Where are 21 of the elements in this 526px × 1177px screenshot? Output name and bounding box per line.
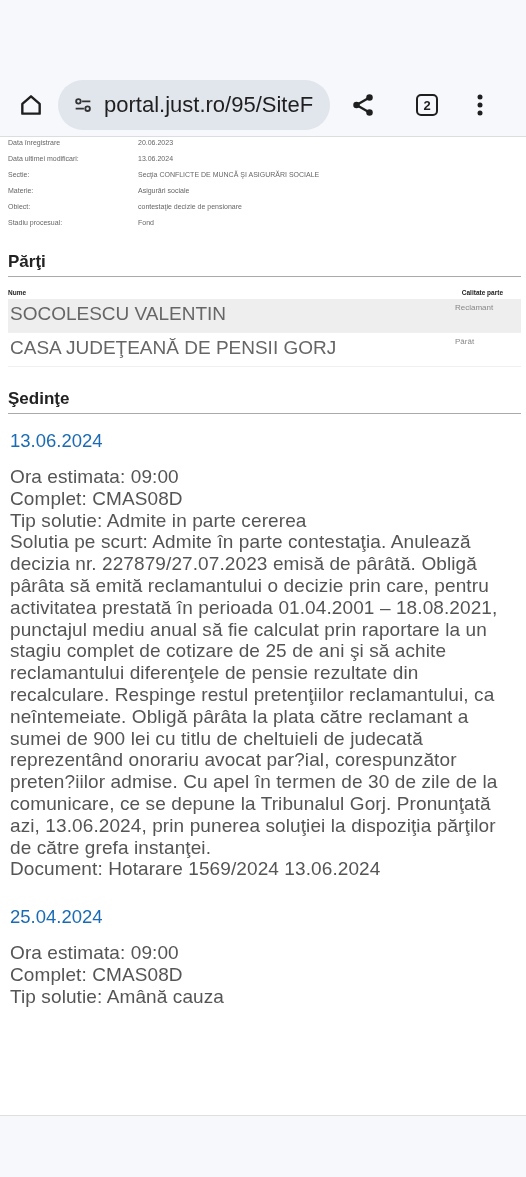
hearing-text: Ora estimata: 09:00	[10, 466, 180, 488]
hearing-text: Complet: CMAS08D	[10, 963, 184, 986]
hearing-text: Complet: CMAS08D	[10, 487, 184, 510]
section-heading: Părţi	[8, 252, 521, 277]
hearing-text: Tip solutie: Admite in parte cererea	[10, 509, 308, 532]
hearing-text: Solutia pe scurt: Admite în parte contestaţia. Anulează decizia nr. 227879/27.07.2023 emisă de pârâtă. Obligă pârâta să emită reclamantului o decizie prin care, pentru activitatea prestată în perioada 01.04.2001 – 18.08.2021, punctajul mediu anual să fie calculat prin raportare la un stagiu complet de cotizare de 25 de ani şi să achite reclamantului diferenţele de pensie rezultate din recalculare. Respinge restul pretenţiilor reclamantului, ca neîntemeiate. Obligă pârâta la plata către reclamant a sumei de 900 lei cu titlu de cheltuieli de judecată reprezentând onorariu avocat par?ial, corespunzător preten?iilor admise. Cu apel în termen de 30 de zile de la comunicare, ce se depune la Tribunalul Gorj. Pronunţată azi, 13.06.2024, prin punerea soluţiei la dispoziţia părţilor de către grefa instanţei.	[10, 531, 499, 859]
party-name: SOCOLESCU VALENTIN	[10, 303, 227, 326]
menu-icon[interactable]	[476, 93, 484, 117]
home-icon[interactable]	[18, 92, 44, 118]
hearing-text: Document: Hotarare 1569/2024 13.06.2024	[10, 858, 382, 881]
address-bar[interactable]: portal.just.ro/95/SiteF	[58, 80, 330, 130]
hearing-text: Tip solutie: Amână cauza	[10, 985, 225, 1008]
party-role: Pârât	[455, 337, 476, 348]
hearing-text: Ora estimata: 09:00	[10, 942, 180, 964]
party-role: Reclamant	[455, 303, 495, 314]
hearing-date[interactable]: 13.06.2024	[10, 430, 521, 452]
party-name: CASA JUDEŢEANĂ DE PENSII GORJ	[10, 337, 337, 360]
section-heading: Şedinţe	[8, 389, 521, 414]
tab-switcher-button[interactable]: 2	[416, 94, 438, 116]
share-icon[interactable]	[350, 92, 376, 118]
hearing-date[interactable]: 25.04.2024	[10, 906, 521, 929]
